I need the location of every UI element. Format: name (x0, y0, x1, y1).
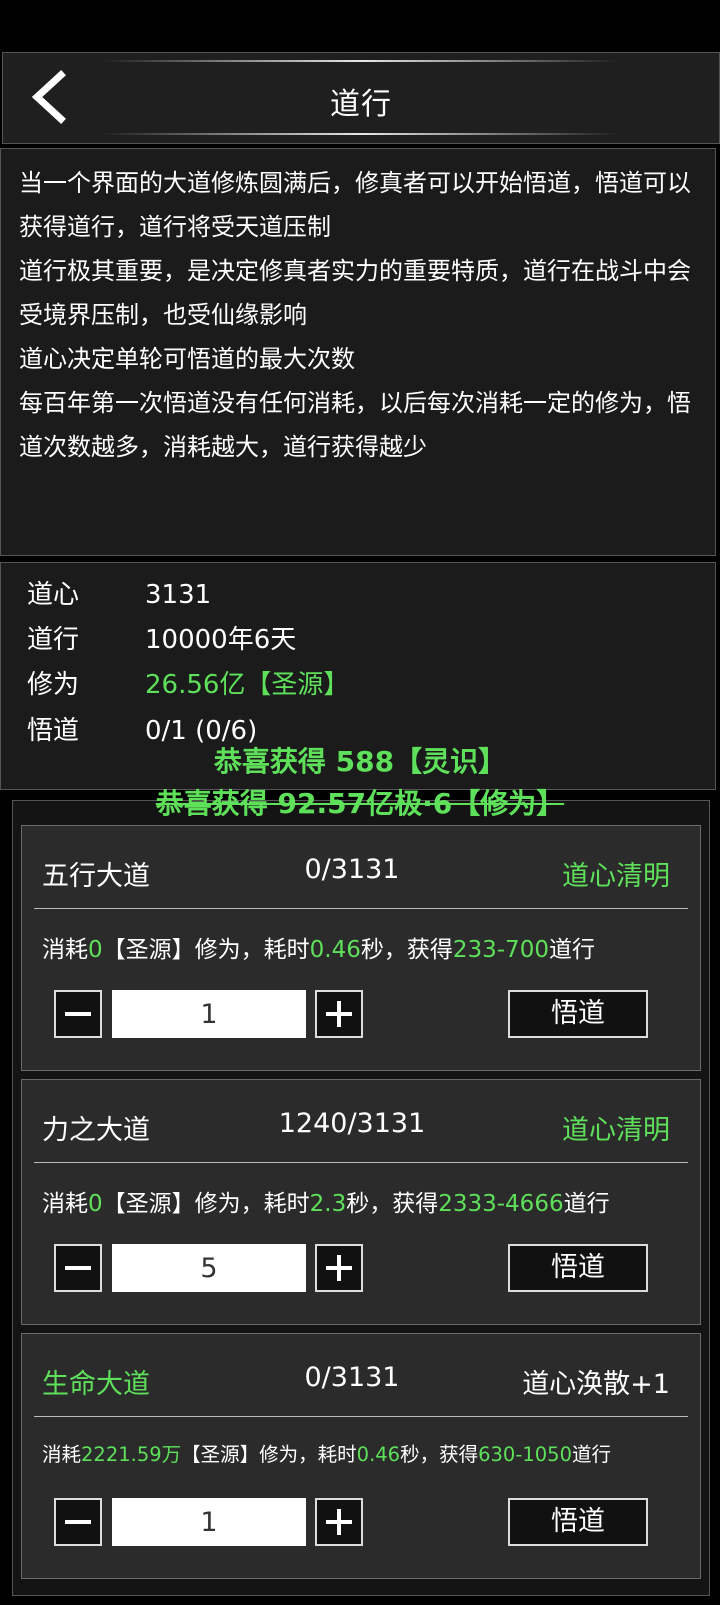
minus-icon (65, 1012, 91, 1016)
top-bar: 道行 (2, 52, 720, 144)
cost-gain: 2333-4666 (438, 1191, 564, 1217)
cost-mid2: 秒，获得 (400, 1443, 479, 1466)
increase-button[interactable] (315, 990, 363, 1038)
dao-list[interactable]: 五行大道 0/3131 道心清明 消耗0【圣源】修为，耗时0.46秒，获得233… (12, 800, 710, 1596)
cost-text: 消耗0【圣源】修为，耗时0.46秒，获得233-700道行 (42, 930, 595, 964)
description-line: 每百年第一次悟道没有任何消耗，以后每次消耗一定的修为，悟道次数越多，消耗越大，道… (19, 389, 691, 461)
cost-prefix: 消耗 (42, 1191, 88, 1217)
stat-xiuwei: 修为 26.56亿【圣源】 (27, 665, 349, 705)
cost-prefix: 消耗 (42, 1443, 82, 1466)
reward-toast: 恭喜获得 92.57亿极·6【修为】 (155, 787, 565, 820)
stat-label: 修为 (27, 670, 80, 700)
decrease-button[interactable] (54, 1244, 102, 1292)
decrease-button[interactable] (54, 1498, 102, 1546)
page-title: 道行 (330, 87, 392, 122)
quantity-input[interactable] (112, 1498, 306, 1546)
reward-toast: 恭喜获得 588【灵识】 (213, 745, 507, 778)
description-line: 道心决定单轮可悟道的最大次数 (19, 345, 355, 373)
cost-suffix: 道行 (572, 1443, 612, 1466)
cost-mid2: 秒，获得 (360, 937, 453, 963)
cost-amount: 0 (88, 1191, 103, 1217)
dao-card-lizhi: 力之大道 1240/3131 道心清明 消耗0【圣源】修为，耗时2.3秒，获得2… (21, 1079, 701, 1325)
dao-progress: 1240/3131 (278, 1108, 426, 1139)
increase-button[interactable] (315, 1244, 363, 1292)
status-bar (0, 0, 720, 50)
stat-label: 道行 (27, 625, 80, 655)
quantity-input[interactable] (112, 1244, 306, 1292)
cost-mid: 【圣源】修为，耗时 (181, 1443, 357, 1466)
cost-mid: 【圣源】修为，耗时 (102, 1191, 310, 1217)
daoxin-state: 道心清明 (562, 861, 670, 892)
stat-value: 26.56亿【圣源】 (145, 670, 350, 700)
dao-name: 五行大道 (42, 861, 150, 892)
minus-icon (65, 1266, 91, 1270)
dao-progress: 0/3131 (304, 1362, 400, 1393)
plus-icon-vertical (337, 1255, 341, 1281)
cost-gain: 630-1050 (478, 1443, 572, 1466)
plus-icon-vertical (337, 1509, 341, 1535)
increase-button[interactable] (315, 1498, 363, 1546)
wudao-button[interactable]: 悟道 (508, 1498, 648, 1546)
daoxin-state: 道心清明 (562, 1115, 670, 1146)
header-decor-line-top (103, 60, 619, 62)
cost-time: 2.3 (309, 1191, 347, 1217)
description-line: 当一个界面的大道修炼圆满后，修真者可以开始悟道，悟道可以获得道行，道行将受天道压… (19, 169, 691, 241)
cost-suffix: 道行 (563, 1191, 610, 1217)
decrease-button[interactable] (54, 990, 102, 1038)
stat-value: 3131 (145, 580, 212, 610)
stat-daoxin: 道心 3131 (27, 575, 211, 615)
cost-mid2: 秒，获得 (346, 1191, 439, 1217)
minus-icon (65, 1520, 91, 1524)
stat-daoxing: 道行 10000年6天 (27, 620, 296, 660)
cost-suffix: 道行 (548, 937, 595, 963)
cost-time: 0.46 (356, 1443, 401, 1466)
cost-gain: 233-700 (452, 937, 549, 963)
plus-icon-vertical (337, 1001, 341, 1027)
wudao-button[interactable]: 悟道 (508, 990, 648, 1038)
dao-progress: 0/3131 (304, 854, 400, 885)
divider (34, 1162, 688, 1163)
header-decor-line-bottom (103, 133, 619, 135)
cost-text: 消耗2221.59万【圣源】修为，耗时0.46秒，获得630-1050道行 (42, 1438, 611, 1467)
cost-amount: 0 (88, 937, 103, 963)
description-panel: 当一个界面的大道修炼圆满后，修真者可以开始悟道，悟道可以获得道行，道行将受天道压… (0, 148, 716, 556)
stat-value: 10000年6天 (145, 625, 297, 655)
quantity-input[interactable] (112, 990, 306, 1038)
divider (34, 1416, 688, 1417)
cost-amount: 2221.59万 (81, 1443, 182, 1466)
cost-text: 消耗0【圣源】修为，耗时2.3秒，获得2333-4666道行 (42, 1184, 610, 1218)
dao-card-wuxing: 五行大道 0/3131 道心清明 消耗0【圣源】修为，耗时0.46秒，获得233… (21, 825, 701, 1071)
cost-mid: 【圣源】修为，耗时 (102, 937, 310, 963)
cost-prefix: 消耗 (42, 937, 88, 963)
stat-label: 道心 (27, 580, 80, 610)
dao-name: 生命大道 (42, 1369, 150, 1400)
cost-time: 0.46 (309, 937, 361, 963)
description-line: 道行极其重要，是决定修真者实力的重要特质，道行在战斗中会受境界压制，也受仙缘影响 (19, 257, 691, 329)
wudao-button[interactable]: 悟道 (508, 1244, 648, 1292)
dao-card-shengming: 生命大道 0/3131 道心涣散+1 消耗2221.59万【圣源】修为，耗时0.… (21, 1333, 701, 1579)
daoxin-state: 道心涣散+1 (522, 1369, 670, 1400)
divider (34, 908, 688, 909)
dao-name: 力之大道 (42, 1115, 150, 1146)
